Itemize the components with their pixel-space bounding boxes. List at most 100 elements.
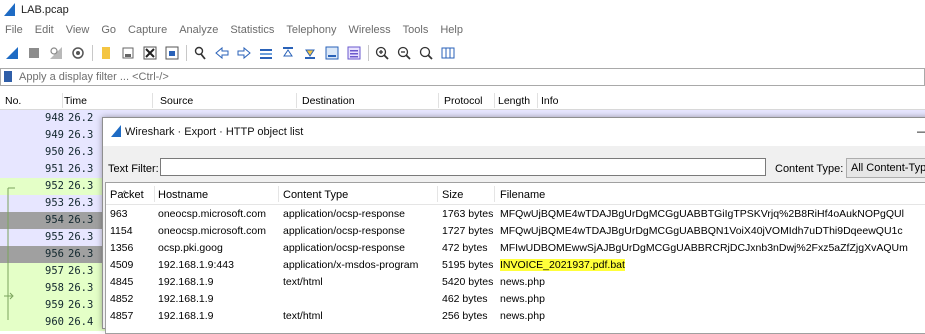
close-file-icon[interactable] [142,45,158,61]
goto-icon[interactable] [258,45,274,61]
packet-no: 957 [45,265,64,277]
cell-content-type: text/html [283,310,323,322]
packet-no: 952 [45,180,64,192]
packet-time: 26.3 [68,163,94,175]
packet-time: 26.2 [68,112,94,124]
menu-go[interactable]: Go [95,24,122,36]
packet-no: 958 [45,282,64,294]
packet-time: 26.3 [68,248,94,260]
menu-edit[interactable]: Edit [29,24,60,36]
http-object-table: ^ Packet Hostname Content Type Size File… [105,182,925,334]
column-header-filename[interactable]: Filename [500,189,545,201]
table-row[interactable]: 1154 oneocsp.microsoft.com application/o… [106,223,925,240]
forward-icon[interactable] [236,45,252,61]
packet-time: 26.3 [68,214,94,226]
packet-time: 26.4 [68,316,94,328]
autoscroll-icon[interactable] [324,45,340,61]
display-filter-bar[interactable]: Apply a display filter ... <Ctrl-/> [0,68,925,86]
cell-hostname: oneocsp.microsoft.com [158,225,266,237]
text-filter-input[interactable] [160,158,766,176]
table-row[interactable]: 963 oneocsp.microsoft.com application/oc… [106,206,925,223]
toolbar-separator [186,45,187,61]
packet-time: 26.3 [68,299,94,311]
packet-no: 953 [45,197,64,209]
content-type-select[interactable]: All Content-Types [846,158,925,178]
column-header-destination[interactable]: Destination [302,95,355,107]
packet-time: 26.3 [68,265,94,277]
column-divider [494,186,495,202]
packet-time: 26.3 [68,282,94,294]
column-header-content-type[interactable]: Content Type [283,189,348,201]
column-header-info[interactable]: Info [541,95,559,107]
bookmark-icon[interactable] [4,71,12,82]
cell-hostname: 192.168.1.9 [158,293,214,305]
column-header-source[interactable]: Source [160,95,193,107]
cell-content-type: application/x-msdos-program [283,259,419,271]
save-icon[interactable] [120,45,136,61]
related-packets-gutter [4,187,15,320]
zoom-reset-icon[interactable] [418,45,434,61]
shark-fin-start-icon[interactable] [4,45,20,61]
text-filter-label: Text Filter: [108,163,159,175]
first-icon[interactable] [280,45,296,61]
menu-capture[interactable]: Capture [122,24,173,36]
packet-no: 955 [45,231,64,243]
zoom-out-icon[interactable] [396,45,412,61]
stop-icon[interactable] [26,45,42,61]
menu-wireless[interactable]: Wireless [343,24,397,36]
reload-icon[interactable] [164,45,180,61]
column-header-size[interactable]: Size [442,189,463,201]
table-row[interactable]: 4852 192.168.1.9 462 bytes news.php [106,291,925,308]
menu-analyze[interactable]: Analyze [173,24,224,36]
cell-filename: MFQwUjBQME4wTDAJBgUrDgMCGgUABBQN1VoiX40j… [500,225,903,237]
column-divider [152,93,153,108]
table-row[interactable]: 4857 192.168.1.9 text/html 256 bytes new… [106,308,925,325]
cell-filename: MFQwUjBQME4wTDAJBgUrDgMCGgUABBTGiIgTPSKV… [500,208,904,220]
column-header-hostname[interactable]: Hostname [158,189,208,201]
column-header-length[interactable]: Length [498,95,530,107]
find-icon[interactable] [192,45,208,61]
back-icon[interactable] [214,45,230,61]
menu-statistics[interactable]: Statistics [224,24,280,36]
menu-view[interactable]: View [60,24,96,36]
resize-columns-icon[interactable] [440,45,456,61]
column-divider [437,186,438,202]
cell-size: 462 bytes [442,293,488,305]
restart-icon[interactable] [48,45,64,61]
packet-no: 949 [45,129,64,141]
column-header-protocol[interactable]: Protocol [444,95,483,107]
table-row[interactable]: 4509 192.168.1.9:443 application/x-msdos… [106,257,925,274]
open-file-icon[interactable] [98,45,114,61]
zoom-in-icon[interactable] [374,45,390,61]
column-divider [296,93,297,108]
cell-filename-highlighted: INVOICE_2021937.pdf.bat [500,259,625,271]
menu-bar: File Edit View Go Capture Analyze Statis… [0,20,925,40]
options-icon[interactable] [70,45,86,61]
cell-size: 5420 bytes [442,276,494,288]
table-row[interactable]: 4845 192.168.1.9 text/html 5420 bytes ne… [106,274,925,291]
column-header-no[interactable]: No. [5,95,21,107]
column-divider [438,93,439,108]
content-type-label: Content Type: [775,163,844,175]
column-header-packet[interactable]: Packet [110,189,144,201]
cell-filename: news.php [500,310,545,322]
menu-help[interactable]: Help [434,24,469,36]
table-row[interactable]: 1356 ocsp.pki.goog application/ocsp-resp… [106,240,925,257]
menu-tools[interactable]: Tools [397,24,435,36]
column-header-time[interactable]: Time [64,95,87,107]
packet-no: 951 [45,163,64,175]
cell-hostname: ocsp.pki.goog [158,242,223,254]
window-title: LAB.pcap [21,4,69,16]
cell-hostname: 192.168.1.9:443 [158,259,234,271]
minimize-button[interactable]: — [908,124,925,142]
colorize-icon[interactable] [346,45,362,61]
packet-no: 948 [45,112,64,124]
menu-file[interactable]: File [0,24,29,36]
last-icon[interactable] [302,45,318,61]
toolbar-separator [368,45,369,61]
packet-time: 26.3 [68,231,94,243]
packet-time: 26.3 [68,180,94,192]
dialog-titlebar: Wireshark · Export · HTTP object list — [103,118,925,146]
column-divider [494,93,495,108]
menu-telephony[interactable]: Telephony [280,24,342,36]
